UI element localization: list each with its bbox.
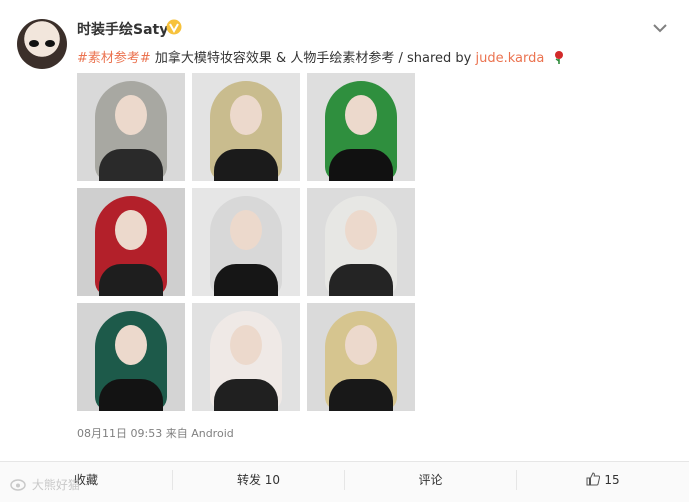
weibo-post-card: 时装手绘Saty #素材参考# 加拿大模特妆容效果 & 人物手绘素材参考 / s… xyxy=(0,0,689,502)
photo-7[interactable] xyxy=(77,303,185,411)
photo-body xyxy=(329,149,393,181)
post-text: #素材参考# 加拿大模特妆容效果 & 人物手绘素材参考 / shared by … xyxy=(77,47,566,66)
image-grid xyxy=(77,73,415,411)
chevron-down-icon[interactable] xyxy=(652,22,668,34)
action-bar: 收藏 转发 10 评论 15 xyxy=(0,461,689,502)
timestamp[interactable]: 08月11日 09:53 xyxy=(77,427,162,440)
watermark-text: 大熊好猫 xyxy=(31,478,80,492)
repost-button[interactable]: 转发 10 xyxy=(173,462,344,502)
photo-9[interactable] xyxy=(307,303,415,411)
photo-face xyxy=(115,210,147,250)
like-count: 15 xyxy=(604,473,620,487)
photo-body xyxy=(99,264,163,296)
photo-body xyxy=(329,264,393,296)
photo-face xyxy=(345,325,377,365)
source-prefix: 来自 xyxy=(165,427,188,440)
photo-body xyxy=(214,379,278,411)
like-button[interactable]: 15 xyxy=(517,462,689,502)
post-meta: 08月11日 09:53 来自 Android xyxy=(77,425,234,441)
author-link[interactable]: jude.karda xyxy=(475,51,544,66)
photo-2[interactable] xyxy=(192,73,300,181)
sunglasses-graphic xyxy=(29,40,55,47)
photo-6[interactable] xyxy=(307,188,415,296)
photo-5[interactable] xyxy=(192,188,300,296)
photo-body xyxy=(214,264,278,296)
username[interactable]: 时装手绘Saty xyxy=(77,19,168,39)
photo-body xyxy=(99,379,163,411)
weibo-logo-icon xyxy=(10,479,26,491)
post-body-text: 加拿大模特妆容效果 & 人物手绘素材参考 / shared by xyxy=(150,51,476,66)
photo-face xyxy=(230,325,262,365)
comment-button[interactable]: 评论 xyxy=(345,462,516,502)
photo-face xyxy=(115,325,147,365)
repost-label: 转发 10 xyxy=(236,473,281,487)
photo-body xyxy=(329,379,393,411)
photo-body xyxy=(214,149,278,181)
photo-face xyxy=(115,95,147,135)
photo-face xyxy=(345,95,377,135)
photo-face xyxy=(345,210,377,250)
photo-face xyxy=(230,95,262,135)
photo-1[interactable] xyxy=(77,73,185,181)
photo-3[interactable] xyxy=(307,73,415,181)
rose-emoji-icon xyxy=(555,51,564,64)
photo-4[interactable] xyxy=(77,188,185,296)
hashtag-link[interactable]: #素材参考# xyxy=(77,51,151,66)
verified-badge-icon xyxy=(166,19,182,35)
comment-label: 评论 xyxy=(418,473,443,487)
thumbs-up-icon xyxy=(586,472,601,486)
photo-body xyxy=(99,149,163,181)
photo-face xyxy=(230,210,262,250)
photo-8[interactable] xyxy=(192,303,300,411)
avatar[interactable] xyxy=(17,19,67,69)
watermark: 大熊好猫 xyxy=(10,476,80,493)
source-app[interactable]: Android xyxy=(191,427,234,440)
